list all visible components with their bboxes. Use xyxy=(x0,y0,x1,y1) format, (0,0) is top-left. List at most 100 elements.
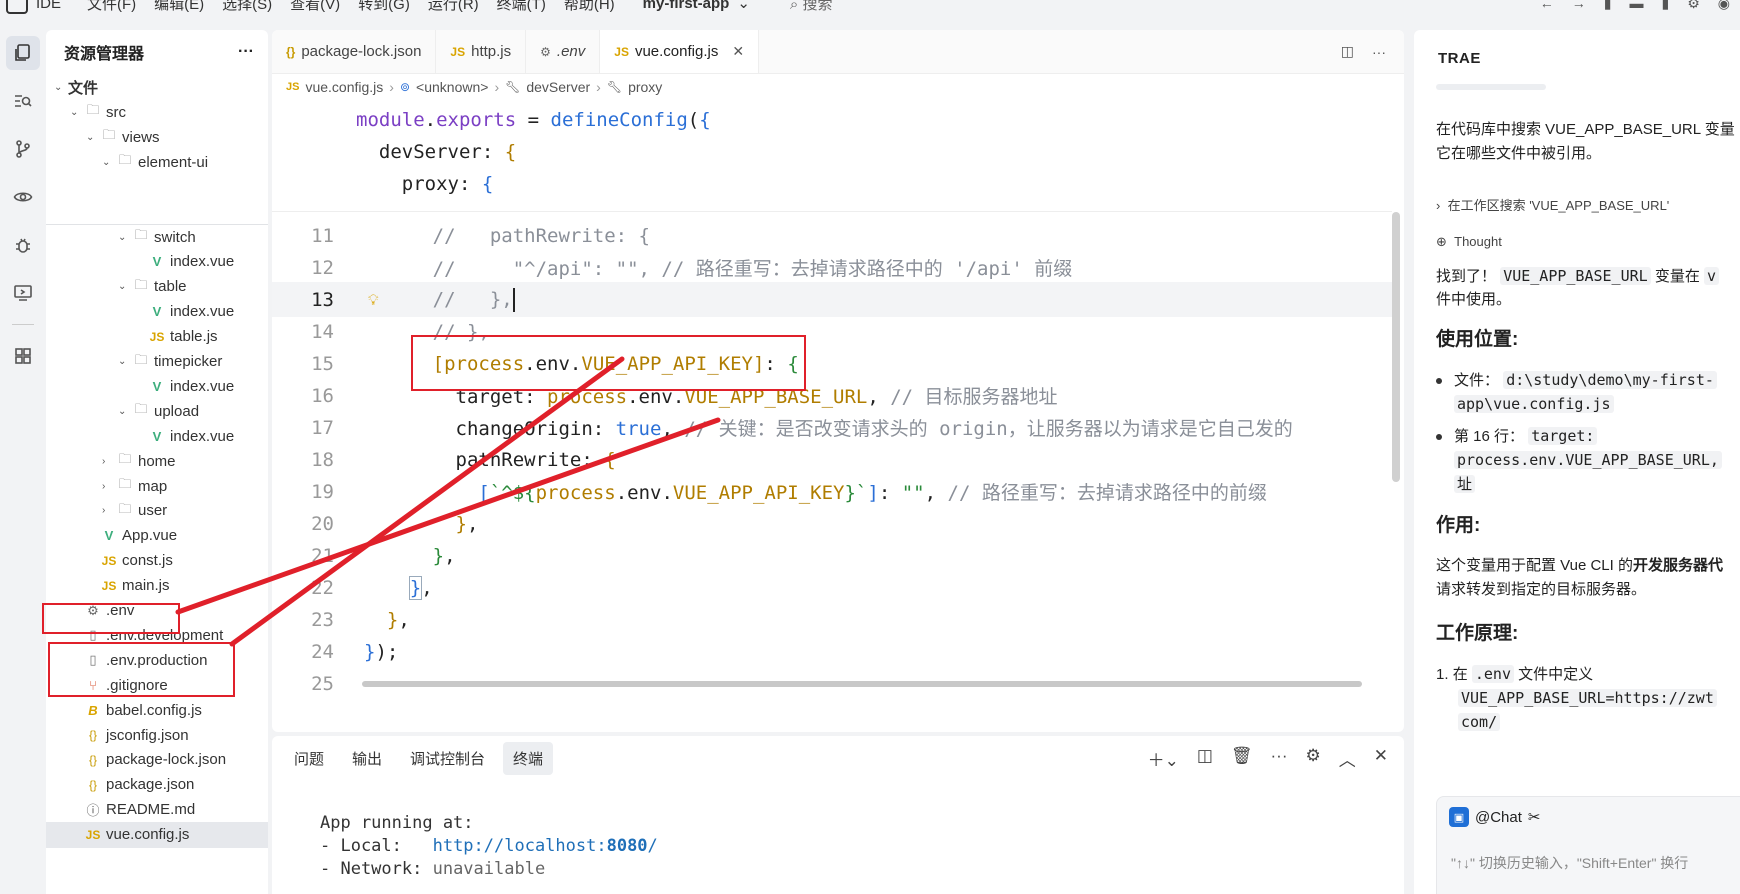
chevron-down-icon[interactable]: ⌄ xyxy=(118,281,132,292)
account-icon[interactable]: ◉ xyxy=(1718,0,1730,12)
project-switcher[interactable]: my-first-app xyxy=(643,0,730,12)
remote-monitor-icon[interactable] xyxy=(6,276,40,310)
tree-file[interactable]: Vindex.vue xyxy=(46,249,268,275)
chevron-down-icon[interactable]: ⌄ xyxy=(102,157,116,168)
chat-input-box[interactable]: ▣ @Chat ✂ "↑↓" 切换历史输入，"Shift+Enter" 换行 xyxy=(1436,796,1740,894)
editor-tab[interactable]: {} package-lock.json xyxy=(272,30,437,73)
menu-item[interactable]: 运行(R) xyxy=(428,0,479,13)
tree-file[interactable]: Vindex.vue xyxy=(46,373,268,399)
menu-item[interactable]: 终端(T) xyxy=(497,0,546,13)
preview-eye-icon[interactable] xyxy=(6,180,40,214)
chevron-right-icon[interactable]: › xyxy=(102,505,116,516)
chevron-right-icon[interactable]: › xyxy=(102,481,116,492)
menu-item[interactable]: 帮助(H) xyxy=(564,0,615,13)
tree-file[interactable]: {} package-lock.json xyxy=(46,747,268,773)
tree-file[interactable]: JS table.js xyxy=(46,324,268,350)
tree-file[interactable]: ⑂ .gitignore xyxy=(46,672,268,698)
tree-file[interactable]: JS const.js xyxy=(46,548,268,574)
menu-item[interactable]: 选择(S) xyxy=(222,0,272,13)
tree-file[interactable]: Bbabel.config.js xyxy=(46,697,268,723)
more-icon[interactable]: ··· xyxy=(1271,746,1288,771)
panel-tab[interactable]: 调试控制台 xyxy=(400,742,495,775)
tree-folder[interactable]: ⌄ 🗀︎ timepicker xyxy=(46,349,268,375)
step-search[interactable]: › 在工作区搜索 'VUE_APP_BASE_URL' xyxy=(1436,194,1669,218)
breadcrumb-devserver[interactable]: devServer xyxy=(526,79,590,95)
tree-file[interactable]: ⓘ README.md xyxy=(46,797,268,823)
maximize-chevron-up-icon[interactable]: ︿ xyxy=(1339,746,1356,771)
tree-file[interactable]: ⚙ .env xyxy=(46,598,268,624)
panel-tab[interactable]: 终端 xyxy=(503,741,554,775)
horizontal-scrollbar[interactable] xyxy=(362,681,1362,687)
menu-item[interactable]: 转到(G) xyxy=(358,0,410,13)
menu-item[interactable]: 查看(V) xyxy=(290,0,340,13)
tree-folder[interactable]: ⌄ 🗀︎ views xyxy=(46,124,268,150)
panel-tab[interactable]: 问题 xyxy=(284,742,334,775)
tree-file[interactable]: JS main.js xyxy=(46,573,268,599)
chevron-down-icon[interactable]: ⌄ xyxy=(118,406,132,417)
tree-folder[interactable]: ⌄ 🗀︎ upload xyxy=(46,398,268,424)
menu-item[interactable]: 编辑(E) xyxy=(154,0,204,13)
editor-tab[interactable]: ⚙ .env xyxy=(526,30,601,73)
more-actions-icon[interactable]: ··· xyxy=(238,43,254,61)
settings-gear-icon[interactable]: ⚙ xyxy=(1687,0,1700,12)
editor-tab[interactable]: JS vue.config.js ✕ xyxy=(600,30,760,73)
tree-folder[interactable]: ⌄ 🗀︎ table xyxy=(46,274,268,300)
chat-agent-icon: ▣ xyxy=(1449,807,1469,827)
tree-file[interactable]: {} jsconfig.json xyxy=(46,722,268,748)
breadcrumb-proxy[interactable]: proxy xyxy=(628,79,662,95)
layout-right-icon[interactable]: ▮ xyxy=(1662,0,1670,12)
chevron-down-icon[interactable]: ⌄ xyxy=(737,0,750,12)
split-terminal-icon[interactable]: ◫ xyxy=(1197,746,1213,771)
new-terminal-plus-icon[interactable]: ＋⌄ xyxy=(1148,746,1179,771)
tree-file[interactable]: JS vue.config.js xyxy=(46,821,268,848)
layout-bottom-icon[interactable]: ▬ xyxy=(1630,0,1644,11)
split-editor-icon[interactable]: ◫ xyxy=(1341,43,1354,60)
chat-mention[interactable]: @Chat xyxy=(1475,809,1522,826)
chevron-right-icon[interactable]: › xyxy=(102,456,116,467)
tree-file[interactable]: {} package.json xyxy=(46,772,268,798)
trash-icon[interactable]: 🗑︎ xyxy=(1231,746,1253,771)
local-url-link[interactable]: http://localhost:8080/ xyxy=(433,836,658,856)
tree-file[interactable]: ▯ .env.development xyxy=(46,622,268,648)
tree-folder[interactable]: ⌄ 文件 xyxy=(46,74,268,100)
extensions-grid-icon[interactable] xyxy=(6,339,40,373)
tree-folder[interactable]: ⌄ 🗀︎ src xyxy=(46,99,268,125)
menu-item[interactable]: 文件(F) xyxy=(87,0,136,13)
tree-file[interactable]: Vindex.vue xyxy=(46,423,268,449)
back-arrow-icon[interactable]: ← xyxy=(1540,0,1554,11)
command-search[interactable]: ⌕ 搜索 xyxy=(790,0,833,14)
explorer-files-icon[interactable] xyxy=(6,36,40,70)
local-url-prefix: http://localhost: xyxy=(432,836,607,856)
vertical-scrollbar[interactable] xyxy=(1392,212,1400,482)
chevron-down-icon[interactable]: ⌄ xyxy=(118,232,132,243)
search-icon[interactable] xyxy=(6,84,40,118)
close-panel-icon[interactable]: ✕ xyxy=(1374,746,1388,771)
editor-more-icon[interactable]: ··· xyxy=(1372,44,1386,60)
step-thought[interactable]: ⊕ Thought xyxy=(1436,230,1502,254)
chevron-down-icon[interactable]: ⌄ xyxy=(118,356,132,367)
tree-file[interactable]: V App.vue xyxy=(46,523,268,549)
chevron-down-icon[interactable]: ⌄ xyxy=(86,132,100,143)
tree-file[interactable]: ▯ .env.production xyxy=(46,647,268,673)
tree-file[interactable]: Vindex.vue xyxy=(46,299,268,325)
code-editor[interactable]: module.exports = defineConfig({ devServe… xyxy=(272,100,1404,732)
terminal-output[interactable]: App running at: - Local: http://localhos… xyxy=(320,812,658,881)
tree-folder[interactable]: ⌄ 🗀︎ switch xyxy=(46,224,268,250)
breadcrumb-unknown[interactable]: <unknown> xyxy=(416,79,488,95)
editor-tab[interactable]: JS http.js xyxy=(436,30,527,73)
chevron-down-icon[interactable]: ⌄ xyxy=(54,82,68,93)
layout-left-icon[interactable]: ▮ xyxy=(1604,0,1612,12)
terminal-settings-icon[interactable]: ⚙ xyxy=(1306,746,1321,771)
tools-icon[interactable]: ✂ xyxy=(1528,808,1541,826)
chevron-down-icon[interactable]: ⌄ xyxy=(70,107,84,118)
source-control-icon[interactable] xyxy=(6,132,40,166)
debug-bug-icon[interactable] xyxy=(6,228,40,262)
tree-folder[interactable]: ⌄ 🗀︎ element-ui xyxy=(46,149,268,175)
breadcrumb-file[interactable]: vue.config.js xyxy=(305,79,383,95)
forward-arrow-icon[interactable]: → xyxy=(1572,0,1586,11)
tree-folder[interactable]: › 🗀︎ map xyxy=(46,473,268,499)
tree-folder[interactable]: › 🗀︎ user xyxy=(46,498,268,524)
close-tab-icon[interactable]: ✕ xyxy=(732,43,744,60)
tree-folder[interactable]: › 🗀︎ home xyxy=(46,448,268,474)
panel-tab[interactable]: 输出 xyxy=(342,742,392,775)
